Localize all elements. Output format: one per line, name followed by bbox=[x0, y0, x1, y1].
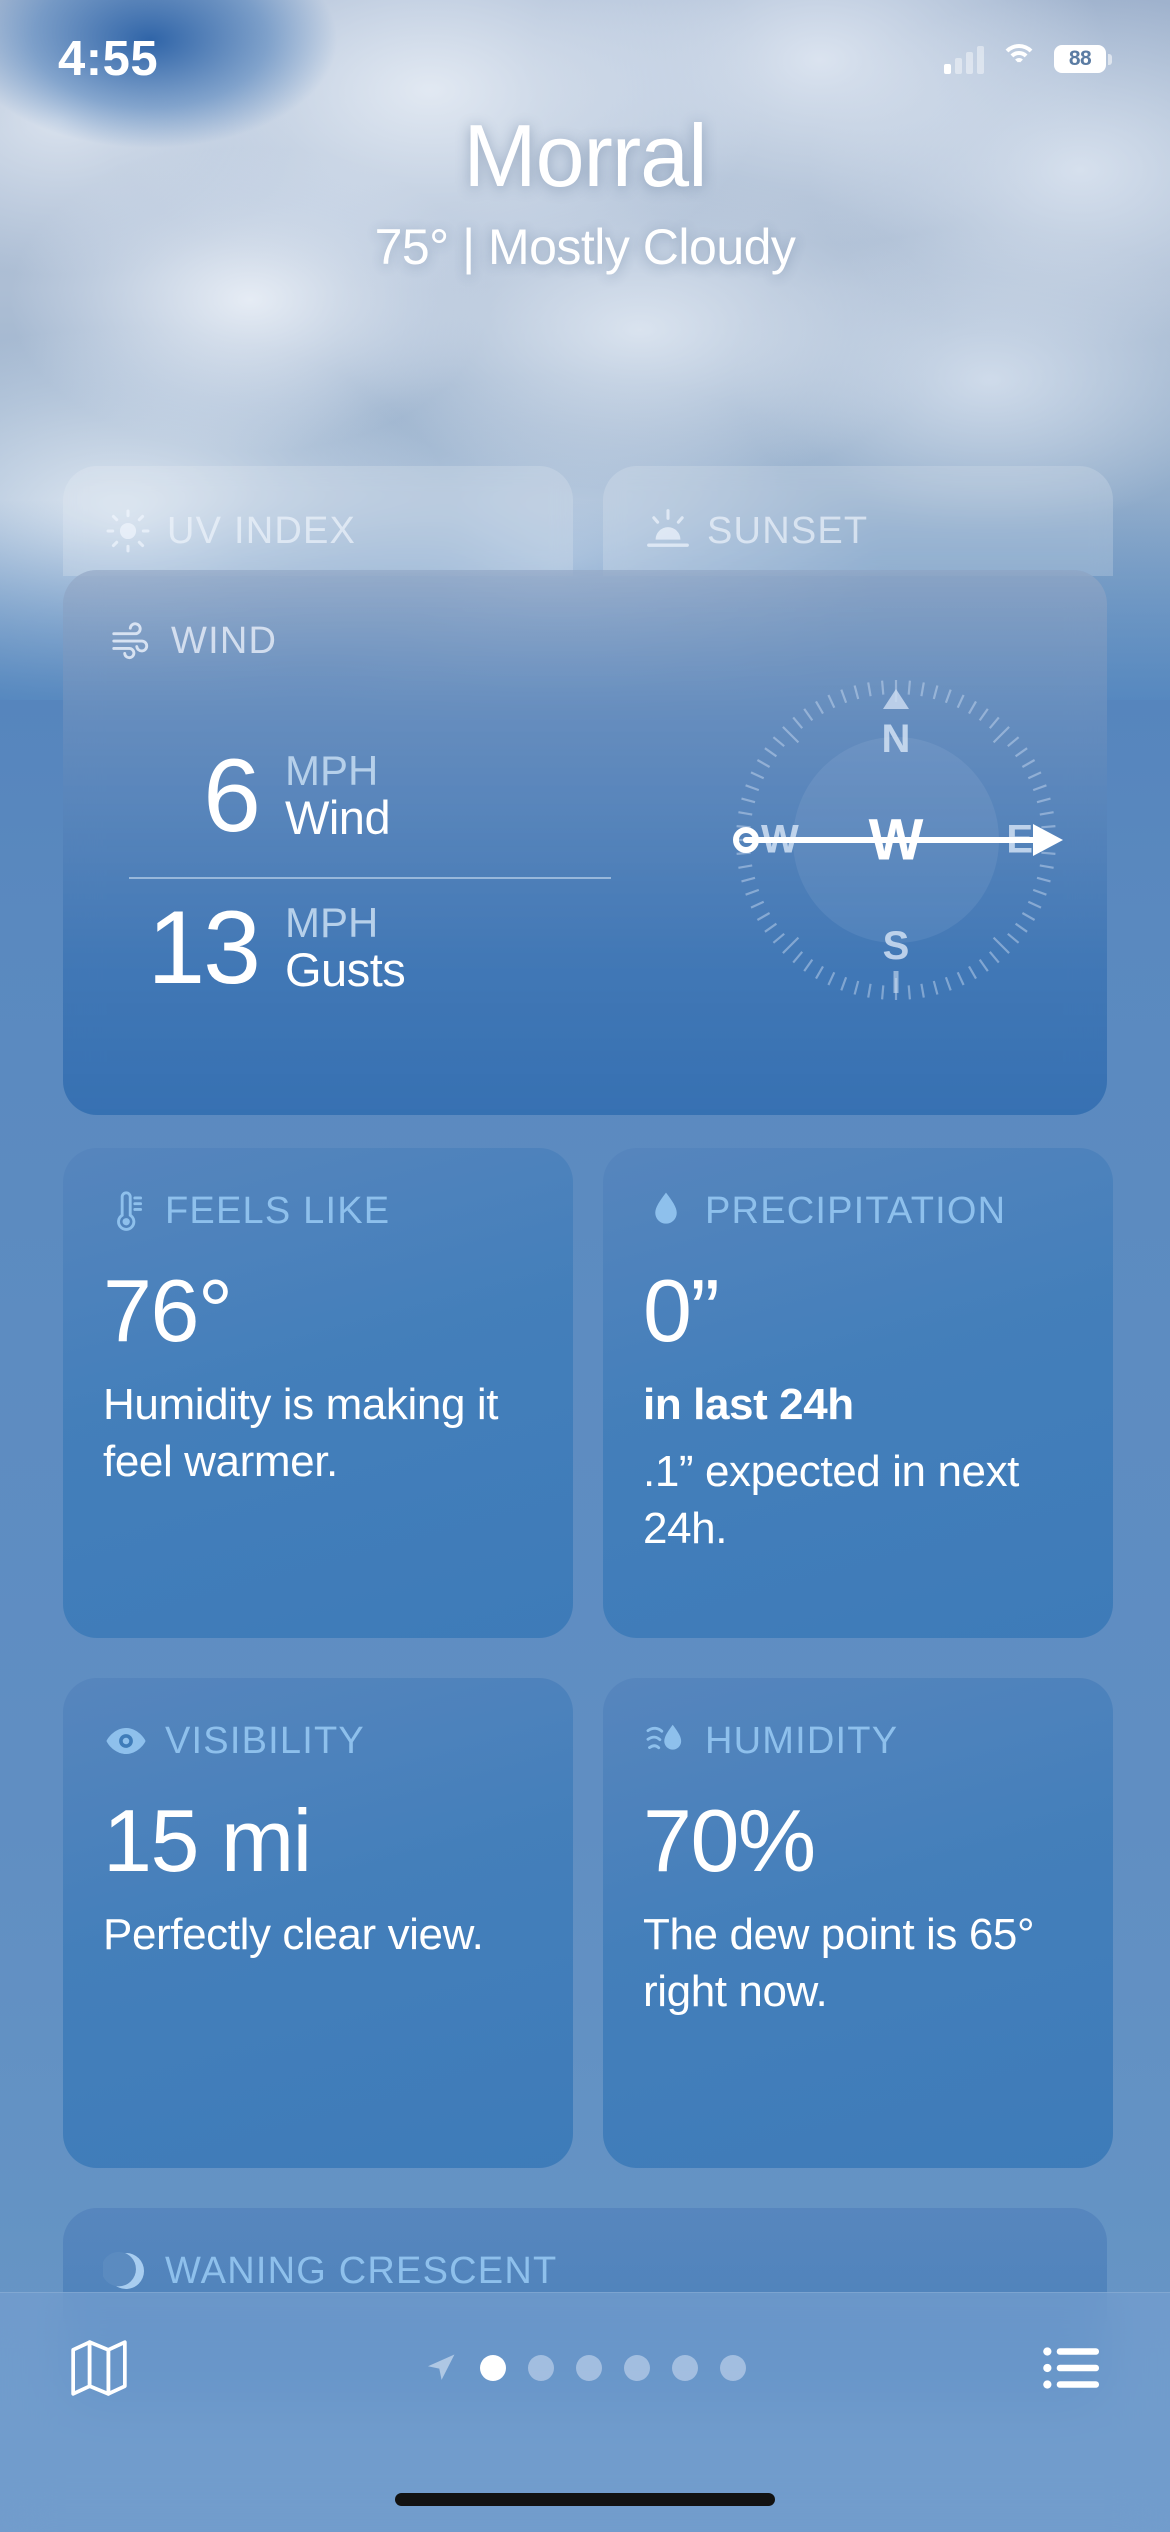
precipitation-card[interactable]: PRECIPITATION 0” in last 24h .1” expecte… bbox=[603, 1148, 1113, 1638]
compass-north-marker bbox=[883, 689, 909, 709]
eye-icon bbox=[103, 1718, 149, 1764]
compass-north-label: N bbox=[881, 717, 911, 761]
wind-card-label: WIND bbox=[171, 619, 278, 662]
status-bar-clock: 4:55 bbox=[58, 32, 159, 86]
wind-gust-row: 13 MPH Gusts bbox=[109, 872, 619, 1024]
cellular-signal-icon bbox=[944, 44, 984, 74]
battery-percent-label: 88 bbox=[1068, 47, 1092, 70]
current-conditions: 75° | Mostly Cloudy bbox=[374, 219, 796, 276]
visibility-description: Perfectly clear view. bbox=[103, 1910, 484, 1959]
wind-speed-value: 6 bbox=[203, 738, 261, 854]
page-title: Morral bbox=[463, 106, 707, 205]
thermometer-icon bbox=[103, 1188, 149, 1234]
compass-center-direction: W bbox=[868, 807, 924, 873]
feels-like-label: FEELS LIKE bbox=[165, 1189, 391, 1232]
page-dot-2[interactable] bbox=[528, 2355, 554, 2381]
compass-south-label: S bbox=[882, 924, 910, 968]
humidity-label: HUMIDITY bbox=[705, 1719, 899, 1762]
humidity-icon bbox=[643, 1718, 689, 1764]
weather-detail-scroll[interactable]: UV INDEX SUNSET WIND 6 MPH Wind 13 MPH G… bbox=[0, 0, 1170, 2532]
wind-card[interactable]: WIND 6 MPH Wind 13 MPH Gusts N S W W bbox=[63, 570, 1107, 1115]
wind-gust-value: 13 bbox=[147, 890, 261, 1006]
bottom-tab-bar bbox=[0, 2292, 1170, 2532]
wind-compass: N S W E W bbox=[731, 675, 1063, 1005]
precipitation-period: in last 24h bbox=[643, 1380, 854, 1429]
sunset-card[interactable]: SUNSET bbox=[603, 466, 1113, 576]
humidity-description: The dew point is 65° right now. bbox=[643, 1910, 1035, 2017]
home-indicator bbox=[395, 2493, 775, 2506]
wind-gust-unit: MPH bbox=[285, 898, 379, 946]
page-indicator[interactable] bbox=[424, 2351, 746, 2385]
humidity-value: 70% bbox=[643, 1791, 816, 1890]
wifi-icon bbox=[1000, 44, 1038, 74]
moon-phase-icon bbox=[103, 2248, 149, 2294]
feels-like-description: Humidity is making it feel warmer. bbox=[103, 1380, 499, 1487]
status-bar: 4:55 88 bbox=[0, 0, 1170, 100]
humidity-card[interactable]: HUMIDITY 70% The dew point is 65° right … bbox=[603, 1678, 1113, 2168]
precipitation-label: PRECIPITATION bbox=[705, 1189, 1007, 1232]
sun-max-icon bbox=[105, 508, 151, 554]
visibility-label: VISIBILITY bbox=[165, 1719, 365, 1762]
wind-speed-kind: Wind bbox=[285, 791, 391, 845]
compass-south-marker bbox=[893, 971, 899, 993]
wind-divider bbox=[129, 877, 611, 879]
page-dot-3[interactable] bbox=[576, 2355, 602, 2381]
location-arrow-icon[interactable] bbox=[424, 2351, 458, 2385]
visibility-card[interactable]: VISIBILITY 15 mi Perfectly clear view. bbox=[63, 1678, 573, 2168]
page-dot-6[interactable] bbox=[720, 2355, 746, 2381]
uv-index-label: UV INDEX bbox=[167, 509, 357, 552]
sunset-icon bbox=[645, 508, 691, 554]
wind-readings: 6 MPH Wind 13 MPH Gusts bbox=[109, 720, 619, 1024]
visibility-value: 15 mi bbox=[103, 1791, 312, 1890]
wind-speed-row: 6 MPH Wind bbox=[109, 720, 619, 872]
feels-like-card[interactable]: FEELS LIKE 76° Humidity is making it fee… bbox=[63, 1148, 573, 1638]
list-bullet-icon[interactable] bbox=[1038, 2335, 1104, 2401]
feels-like-value: 76° bbox=[103, 1261, 233, 1360]
map-icon[interactable] bbox=[66, 2335, 132, 2401]
status-bar-indicators: 88 bbox=[944, 44, 1112, 74]
wind-icon bbox=[109, 618, 155, 664]
wind-gust-kind: Gusts bbox=[285, 943, 406, 997]
top-cards-row: UV INDEX SUNSET bbox=[0, 466, 1170, 576]
precipitation-description: .1” expected in next 24h. bbox=[643, 1447, 1020, 1554]
precipitation-value: 0” bbox=[643, 1261, 720, 1360]
moon-phase-label: WANING CRESCENT bbox=[165, 2249, 558, 2292]
page-dot-4[interactable] bbox=[624, 2355, 650, 2381]
sunset-label: SUNSET bbox=[707, 509, 869, 552]
page-dot-1[interactable] bbox=[480, 2355, 506, 2381]
wind-speed-unit: MPH bbox=[285, 746, 379, 794]
uv-index-card[interactable]: UV INDEX bbox=[63, 466, 573, 576]
raindrop-icon bbox=[643, 1188, 689, 1234]
location-header: Morral 75° | Mostly Cloudy bbox=[0, 106, 1170, 276]
battery-icon: 88 bbox=[1054, 45, 1112, 73]
page-dot-5[interactable] bbox=[672, 2355, 698, 2381]
